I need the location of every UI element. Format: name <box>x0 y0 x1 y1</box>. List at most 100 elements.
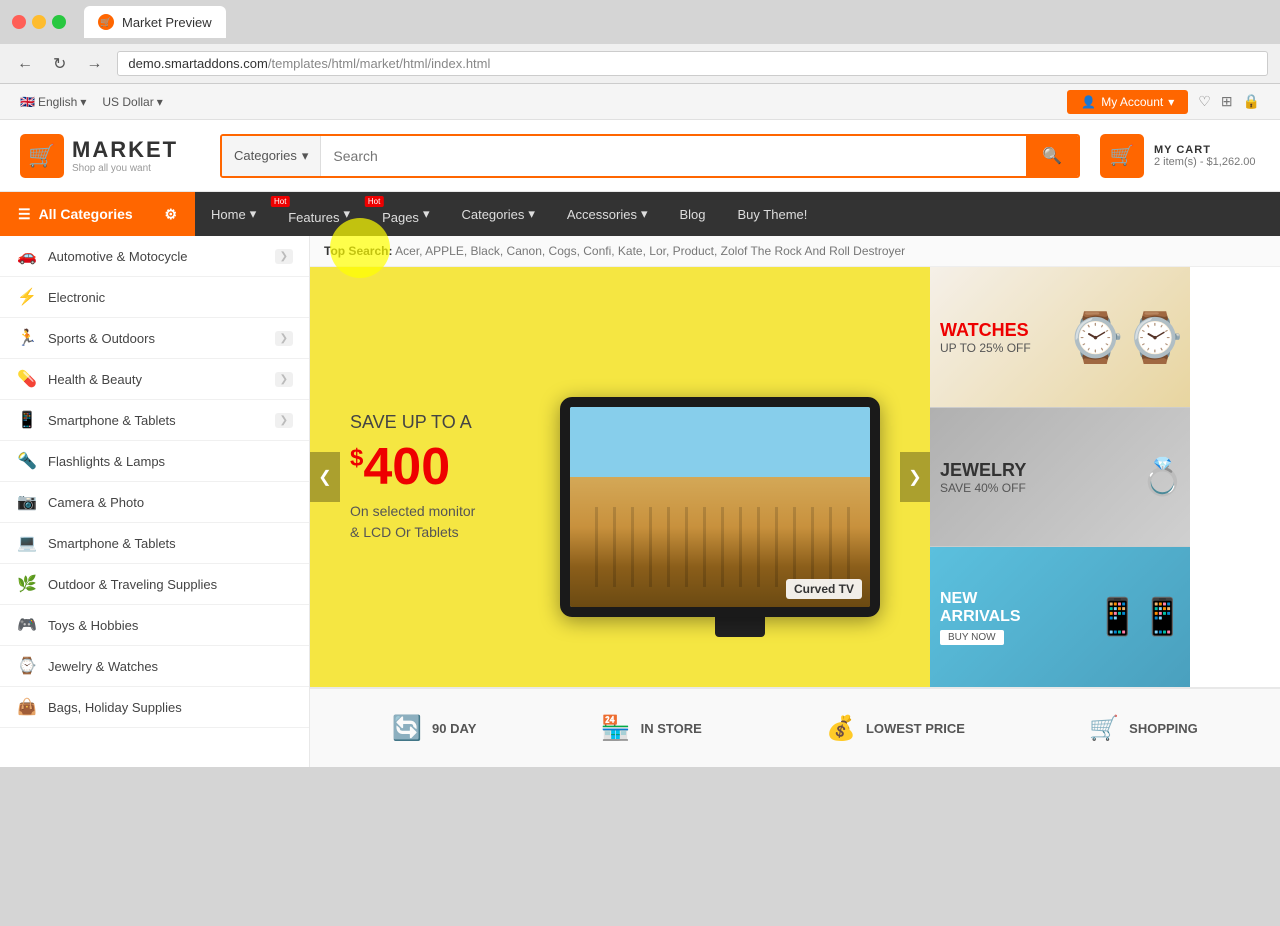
back-button[interactable]: ← <box>12 53 38 75</box>
logo-icon: 🛒 <box>20 134 64 178</box>
strip-item-shopping: 🛒 SHOPPING <box>1089 714 1198 743</box>
colosseum-bg <box>570 407 870 607</box>
chevron-right-icon: ❯ <box>275 372 293 387</box>
cart-label: MY CART <box>1154 144 1256 156</box>
chevron-down-icon: ▾ <box>80 95 86 109</box>
jewelry-text: JEWELRY SAVE 40% OFF <box>940 460 1026 495</box>
user-icon: 👤 <box>1081 95 1096 109</box>
reload-button[interactable]: ↻ <box>48 52 71 76</box>
sidebar-item-automotive[interactable]: 🚗 Automotive & Motocycle ❯ <box>0 236 309 277</box>
right-content: Top Search: Acer, APPLE, Black, Canon, C… <box>310 236 1280 767</box>
search-input[interactable] <box>321 140 1026 172</box>
sidebar-item-jewelry[interactable]: ⌚ Jewelry & Watches <box>0 646 309 687</box>
colosseum-arches <box>580 507 860 587</box>
nav-item-categories[interactable]: Categories ▾ <box>445 192 550 236</box>
top-bar-left: 🇬🇧 English ▾ US Dollar ▾ <box>20 95 163 109</box>
forward-button[interactable]: → <box>81 53 107 75</box>
currency-selector[interactable]: US Dollar ▾ <box>102 95 162 109</box>
language-selector[interactable]: 🇬🇧 English ▾ <box>20 95 86 109</box>
cart-area[interactable]: 🛒 MY CART 2 item(s) - $1,262.00 <box>1100 134 1260 178</box>
chevron-right-icon: ❯ <box>275 331 293 346</box>
all-categories[interactable]: ☰ All Categories ⚙ <box>0 192 195 236</box>
banner-new-arrivals[interactable]: NEWARRIVALS BUY NOW 📱📱 <box>930 547 1190 687</box>
sidebar-item-smartphone2[interactable]: 💻 Smartphone & Tablets <box>0 523 309 564</box>
strip-label: IN STORE <box>641 721 702 736</box>
categories-dropdown[interactable]: Categories ▾ <box>222 136 321 176</box>
browser-chrome: 🛒 Market Preview ← ↻ → demo.smartaddons.… <box>0 0 1280 84</box>
tab-title: Market Preview <box>122 15 212 30</box>
sidebar-label: Flashlights & Lamps <box>48 454 293 469</box>
tv-stand <box>715 617 765 637</box>
close-button[interactable] <box>12 15 26 29</box>
nav-label: Blog <box>679 207 705 222</box>
maximize-button[interactable] <box>52 15 66 29</box>
price-prefix: $ <box>350 444 363 471</box>
sidebar-item-toys[interactable]: 🎮 Toys & Hobbies <box>0 605 309 646</box>
top-bar-right: 👤 My Account ▾ ♡ ⊞ 🔒 <box>1067 90 1260 114</box>
tab-favicon: 🛒 <box>98 14 114 30</box>
chevron-down-icon: ▾ <box>157 95 163 109</box>
my-account-label: My Account <box>1101 95 1163 109</box>
buy-now-button[interactable]: BUY NOW <box>940 630 1004 645</box>
logo-text: MARKET Shop all you want <box>72 137 178 174</box>
nav-item-home[interactable]: Home ▾ <box>195 192 272 236</box>
browser-dots <box>12 15 66 29</box>
banner-jewelry[interactable]: JEWELRY SAVE 40% OFF 💍 <box>930 407 1190 547</box>
nav-item-pages[interactable]: Hot Pages ▾ <box>366 192 445 236</box>
search-area: Categories ▾ 🔍 <box>220 134 1080 178</box>
top-search-label: Top Search: <box>324 244 392 258</box>
my-account-button[interactable]: 👤 My Account ▾ <box>1067 90 1188 114</box>
strip-item-lowest: 💰 LOWEST PRICE <box>826 714 965 743</box>
sidebar-label: Smartphone & Tablets <box>48 413 265 428</box>
sidebar-item-health[interactable]: 💊 Health & Beauty ❯ <box>0 359 309 400</box>
lock-icon[interactable]: 🔒 <box>1243 93 1260 110</box>
sidebar-item-sports[interactable]: 🏃 Sports & Outdoors ❯ <box>0 318 309 359</box>
sidebar-item-flashlights[interactable]: 🔦 Flashlights & Lamps <box>0 441 309 482</box>
nav-bar: ☰ All Categories ⚙ Home ▾ Hot Features ▾… <box>0 192 1280 236</box>
sidebar-item-smartphone[interactable]: 📱 Smartphone & Tablets ❯ <box>0 400 309 441</box>
banner-watches[interactable]: WATCHES UP TO 25% OFF ⌚⌚ <box>930 267 1190 407</box>
nav-label: Pages <box>382 210 419 225</box>
chevron-down-icon: ▾ <box>344 206 351 222</box>
phones-image: 📱📱 <box>1095 596 1185 638</box>
bottom-strip: 🔄 90 DAY 🏪 IN STORE 💰 LOWEST PRICE 🛒 SHO… <box>310 687 1280 767</box>
chevron-down-icon: ▾ <box>641 206 648 222</box>
jewelry-image: 💍 <box>1140 456 1185 498</box>
slider-next-button[interactable]: ❯ <box>900 452 930 502</box>
nav-item-accessories[interactable]: Accessories ▾ <box>551 192 664 236</box>
sidebar-label: Health & Beauty <box>48 372 265 387</box>
new-arrivals-title: NEWARRIVALS <box>940 590 1021 626</box>
sidebar-label: Outdoor & Traveling Supplies <box>48 577 293 592</box>
electronic-icon: ⚡ <box>16 287 38 307</box>
search-button[interactable]: 🔍 <box>1026 136 1078 176</box>
all-categories-label: All Categories <box>39 206 133 222</box>
nav-item-blog[interactable]: Blog <box>663 192 721 236</box>
chevron-down-icon: ▾ <box>528 206 535 222</box>
sidebar-item-camera[interactable]: 📷 Camera & Photo <box>0 482 309 523</box>
sidebar-item-outdoor[interactable]: 🌿 Outdoor & Traveling Supplies <box>0 564 309 605</box>
minimize-button[interactable] <box>32 15 46 29</box>
browser-toolbar: ← ↻ → demo.smartaddons.com/templates/htm… <box>0 44 1280 84</box>
watches-text: WATCHES UP TO 25% OFF <box>940 320 1031 355</box>
strip-label: 90 DAY <box>432 721 476 736</box>
hot-badge: Hot <box>271 196 289 207</box>
wishlist-icon[interactable]: ♡ <box>1198 93 1211 110</box>
sidebar-item-bags[interactable]: 👜 Bags, Holiday Supplies <box>0 687 309 728</box>
chevron-down-icon: ▾ <box>302 148 309 164</box>
main-content: 🚗 Automotive & Motocycle ❯ ⚡ Electronic … <box>0 236 1280 767</box>
slider-prev-button[interactable]: ❮ <box>310 452 340 502</box>
nav-label: Categories <box>461 207 524 222</box>
nav-item-buytheme[interactable]: Buy Theme! <box>722 192 824 236</box>
chevron-down-icon: ⚙ <box>164 206 177 223</box>
compare-icon[interactable]: ⊞ <box>1221 93 1233 110</box>
browser-tab[interactable]: 🛒 Market Preview <box>84 6 226 38</box>
nav-label: Home <box>211 207 246 222</box>
chevron-down-icon: ▾ <box>1168 95 1174 109</box>
nav-item-features[interactable]: Hot Features ▾ <box>272 192 366 236</box>
top-search-bar: Top Search: Acer, APPLE, Black, Canon, C… <box>310 236 1280 267</box>
health-icon: 💊 <box>16 369 38 389</box>
strip-label: LOWEST PRICE <box>866 721 965 736</box>
tv-screen: Curved TV <box>560 397 880 617</box>
logo[interactable]: 🛒 MARKET Shop all you want <box>20 134 200 178</box>
sidebar-item-electronic[interactable]: ⚡ Electronic <box>0 277 309 318</box>
